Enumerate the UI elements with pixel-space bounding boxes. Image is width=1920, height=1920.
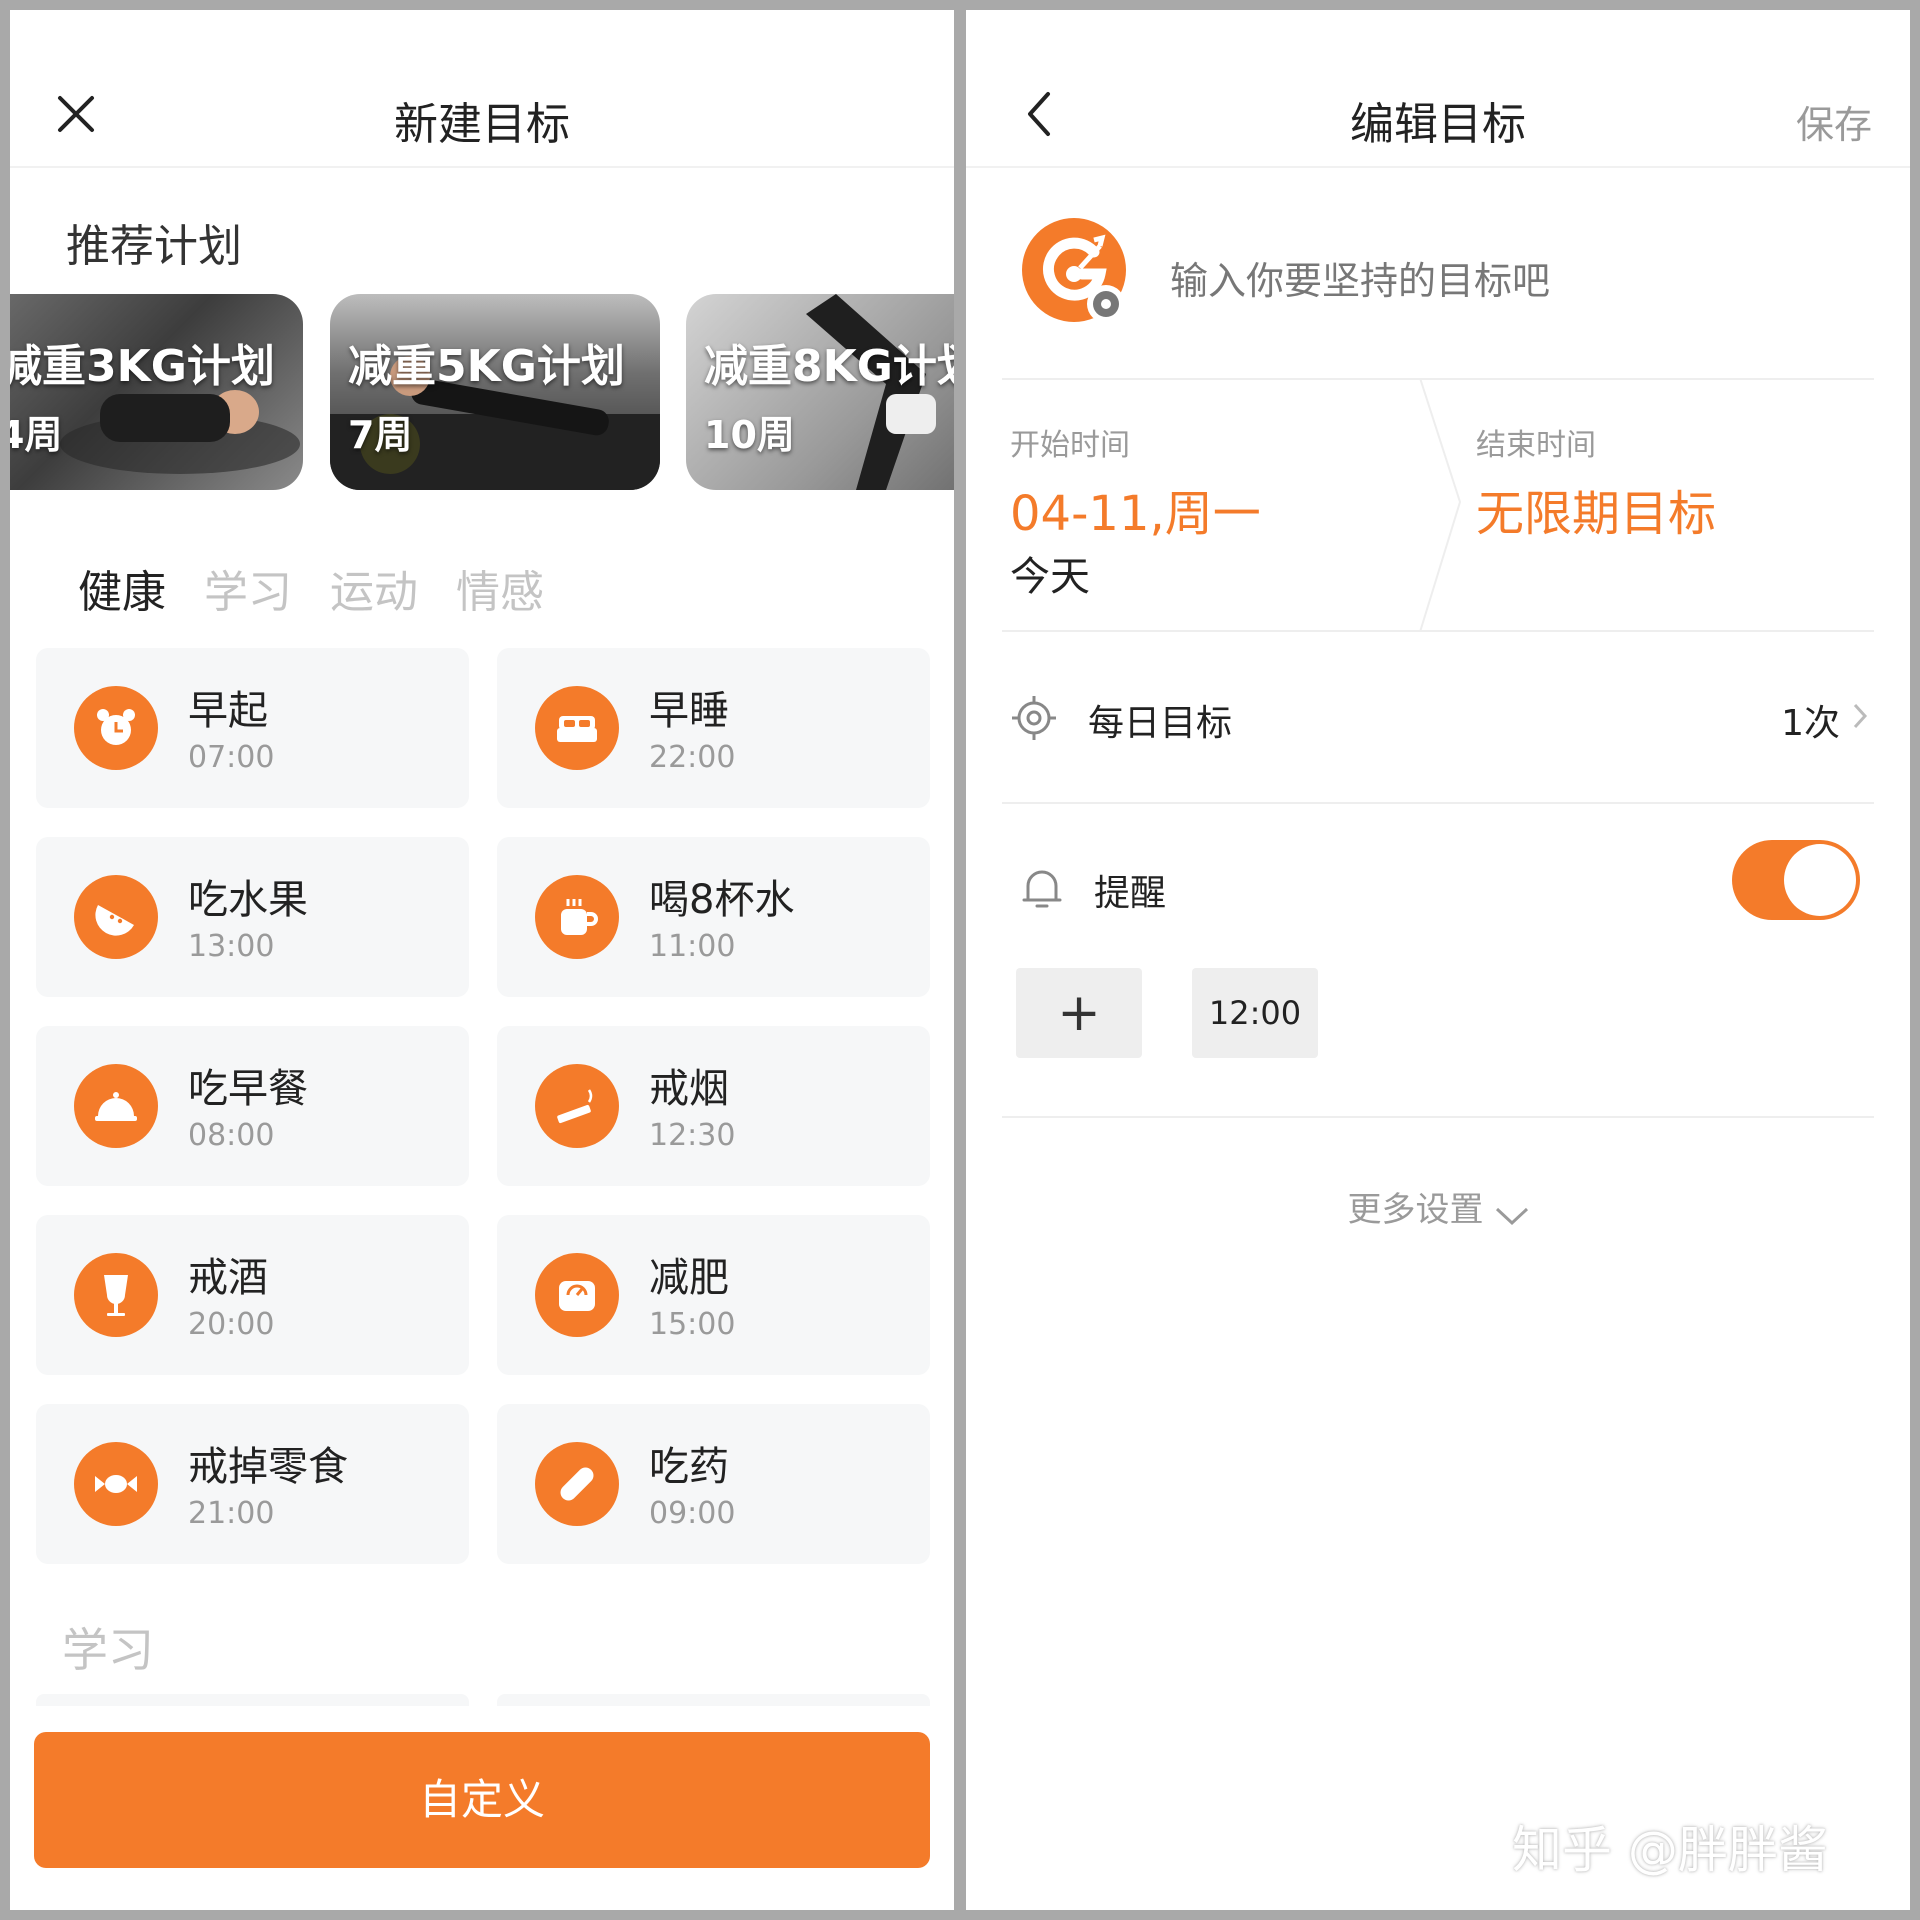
goal-card-quit-snacks[interactable]: 戒掉零食 21:00 bbox=[36, 1404, 469, 1564]
recommend-title: 推荐计划 bbox=[66, 221, 242, 272]
end-time-value: 无限期目标 bbox=[1476, 486, 1717, 542]
add-reminder-time-button[interactable]: + bbox=[1016, 968, 1142, 1058]
reminder-label: 提醒 bbox=[1094, 873, 1167, 914]
cigarette-icon bbox=[535, 1064, 619, 1148]
bed-icon bbox=[535, 686, 619, 770]
pill-icon bbox=[535, 1442, 619, 1526]
goal-card-early-sleep[interactable]: 早睡 22:00 bbox=[497, 648, 930, 808]
goal-card-medicine[interactable]: 吃药 09:00 bbox=[497, 1404, 930, 1564]
goal-name: 喝8杯水 bbox=[649, 877, 795, 923]
goal-name: 吃水果 bbox=[188, 877, 308, 923]
more-settings-label: 更多设置 bbox=[1347, 1190, 1484, 1230]
start-time-sub: 今天 bbox=[1010, 554, 1090, 600]
daily-goal-label: 每日目标 bbox=[1088, 703, 1233, 744]
tab-sport[interactable]: 运动 bbox=[330, 556, 418, 620]
crosshair-icon bbox=[1012, 696, 1056, 740]
cup-icon bbox=[535, 875, 619, 959]
goal-name: 戒烟 bbox=[649, 1066, 729, 1112]
tab-study[interactable]: 学习 bbox=[204, 556, 292, 620]
bell-icon bbox=[1022, 870, 1062, 908]
goal-time: 08:00 bbox=[188, 1118, 275, 1153]
goal-card-water[interactable]: 喝8杯水 11:00 bbox=[497, 837, 930, 997]
more-settings-button[interactable]: 更多设置 bbox=[966, 1182, 1910, 1231]
date-separator-chevron bbox=[1419, 378, 1462, 632]
goal-card-quit-drinking[interactable]: 戒酒 20:00 bbox=[36, 1215, 469, 1375]
end-time-section[interactable]: 结束时间 无限期目标 bbox=[1476, 380, 1874, 630]
goal-time: 21:00 bbox=[188, 1496, 275, 1531]
goal-card-quit-smoking[interactable]: 戒烟 12:30 bbox=[497, 1026, 930, 1186]
divider bbox=[1002, 802, 1874, 804]
candy-icon bbox=[74, 1442, 158, 1526]
goal-name: 戒酒 bbox=[188, 1255, 268, 1301]
plan-weeks: 10周 bbox=[704, 413, 795, 457]
goal-name: 吃药 bbox=[649, 1444, 729, 1490]
header-divider bbox=[966, 166, 1910, 168]
goal-name: 戒掉零食 bbox=[188, 1444, 348, 1490]
goal-name: 吃早餐 bbox=[188, 1066, 308, 1112]
edit-goal-screen: 编辑目标 保存 输入你要坚持的目标吧 开始时间 04-11,周一 今天 结束时间… bbox=[966, 10, 1910, 1910]
goal-card-early-rise[interactable]: 早起 07:00 bbox=[36, 648, 469, 808]
divider bbox=[1002, 1116, 1874, 1118]
plan-title: 减重8KG计划 bbox=[704, 341, 954, 392]
start-time-value: 04-11,周一 bbox=[1010, 486, 1261, 542]
reminder-toggle[interactable] bbox=[1732, 840, 1860, 920]
custom-button[interactable]: 自定义 bbox=[34, 1732, 930, 1868]
goal-time: 09:00 bbox=[649, 1496, 736, 1531]
goal-card-lose-weight[interactable]: 减肥 15:00 bbox=[497, 1215, 930, 1375]
watermelon-icon bbox=[74, 875, 158, 959]
plan-card-8kg[interactable]: 减重8KG计划 10周 bbox=[686, 294, 954, 490]
end-time-label: 结束时间 bbox=[1476, 428, 1596, 463]
plan-card-3kg[interactable]: 减重3KG计划 4周 bbox=[10, 294, 303, 490]
toggle-knob bbox=[1784, 844, 1856, 916]
alarm-clock-icon bbox=[74, 686, 158, 770]
goal-time: 11:00 bbox=[649, 929, 736, 964]
page-title: 新建目标 bbox=[394, 99, 570, 150]
start-time-section[interactable]: 开始时间 04-11,周一 今天 bbox=[1002, 380, 1432, 630]
daily-goal-value: 1次 bbox=[1781, 703, 1840, 744]
goal-time: 07:00 bbox=[188, 740, 275, 775]
scale-icon bbox=[535, 1253, 619, 1337]
new-goal-screen: 新建目标 推荐计划 减重3KG计划 4周 减重5KG计划 7周 减重8KG计划 … bbox=[10, 10, 954, 1910]
plan-title: 减重3KG计划 bbox=[10, 341, 275, 392]
goal-time: 13:00 bbox=[188, 929, 275, 964]
goal-time: 20:00 bbox=[188, 1307, 275, 1342]
goal-icon-button[interactable] bbox=[1022, 218, 1134, 330]
chevron-down-icon bbox=[1495, 1207, 1528, 1225]
goal-time: 15:00 bbox=[649, 1307, 736, 1342]
wine-glass-icon bbox=[74, 1253, 158, 1337]
goal-time: 22:00 bbox=[649, 740, 736, 775]
header-divider bbox=[10, 166, 954, 168]
chevron-right-icon bbox=[1853, 703, 1868, 729]
goal-name-input[interactable]: 输入你要坚持的目标吧 bbox=[1170, 250, 1550, 305]
card-peek bbox=[36, 1694, 469, 1706]
save-button[interactable]: 保存 bbox=[1796, 94, 1872, 149]
plan-weeks: 4周 bbox=[10, 413, 63, 457]
food-cloche-icon bbox=[74, 1064, 158, 1148]
goal-card-breakfast[interactable]: 吃早餐 08:00 bbox=[36, 1026, 469, 1186]
page-title: 编辑目标 bbox=[1350, 99, 1526, 150]
daily-goal-row[interactable]: 每日目标 1次 bbox=[1002, 632, 1874, 802]
goal-name: 早睡 bbox=[649, 688, 729, 734]
goal-name: 减肥 bbox=[649, 1255, 729, 1301]
goal-name: 早起 bbox=[188, 688, 268, 734]
tab-emotion[interactable]: 情感 bbox=[456, 556, 544, 620]
goal-card-fruit[interactable]: 吃水果 13:00 bbox=[36, 837, 469, 997]
plan-title: 减重5KG计划 bbox=[348, 341, 625, 392]
reminder-time-chip[interactable]: 12:00 bbox=[1192, 968, 1318, 1058]
plan-weeks: 7周 bbox=[348, 413, 413, 457]
card-peek bbox=[497, 1694, 930, 1706]
watermark: 知乎 @胖胖酱 bbox=[1512, 1821, 1828, 1879]
tab-health[interactable]: 健康 bbox=[78, 556, 166, 620]
goal-time: 12:30 bbox=[649, 1118, 736, 1153]
target-icon bbox=[1022, 218, 1126, 323]
start-time-label: 开始时间 bbox=[1010, 428, 1130, 463]
section-title-study: 学习 bbox=[62, 1623, 154, 1677]
plan-card-5kg[interactable]: 减重5KG计划 7周 bbox=[330, 294, 660, 490]
